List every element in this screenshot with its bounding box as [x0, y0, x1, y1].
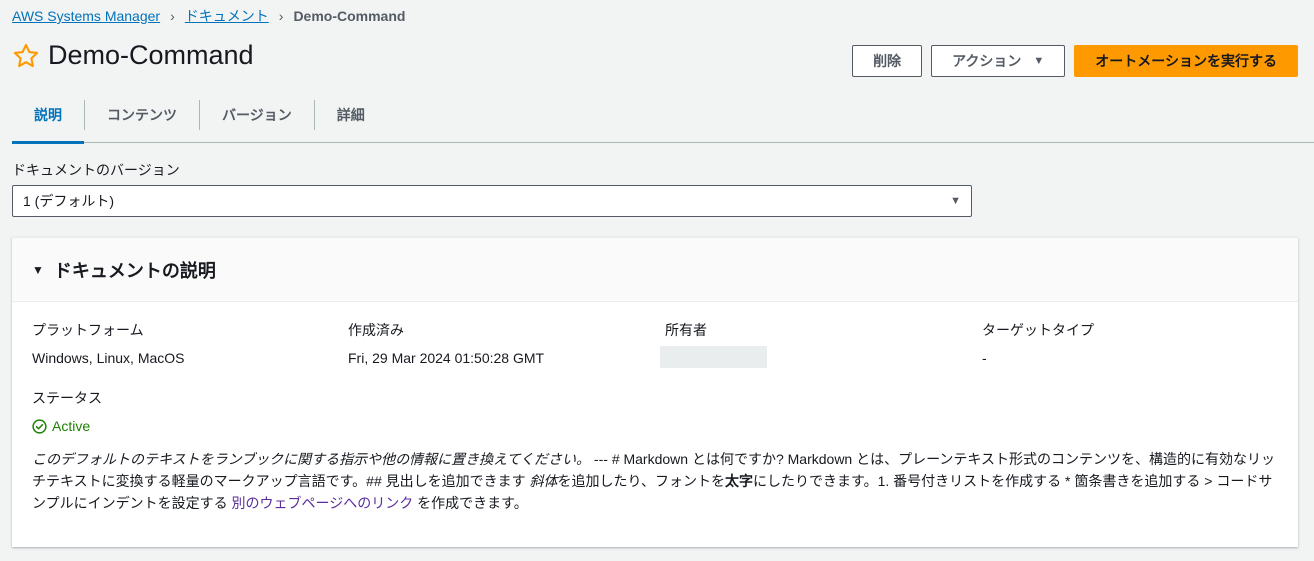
version-select[interactable]: 1 (デフォルト) ▼ — [12, 185, 972, 217]
breadcrumb-systems-manager-link[interactable]: AWS Systems Manager — [12, 8, 160, 24]
check-circle-icon — [32, 418, 47, 434]
version-select-value: 1 (デフォルト) — [23, 193, 114, 209]
status-badge: Active — [32, 418, 102, 434]
breadcrumb: AWS Systems Manager › ドキュメント › Demo-Comm… — [12, 6, 405, 26]
description-italic-word: 斜体 — [529, 473, 558, 489]
description-intro: このデフォルトのテキストをランブックに関する指示や他の情報に置き換えてください。 — [32, 451, 591, 467]
tab-bar: 説明 コンテンツ バージョン 詳細 — [12, 88, 1314, 144]
description-part4: を作成できます。 — [413, 495, 528, 511]
header-actions: 削除 アクション ▼ オートメーションを実行する — [852, 45, 1298, 77]
platform-value: Windows, Linux, MacOS — [32, 350, 185, 366]
status-field: ステータス Active — [32, 388, 102, 434]
breadcrumb-current: Demo-Command — [293, 8, 406, 24]
platform-label: プラットフォーム — [32, 322, 144, 338]
caret-down-icon: ▼ — [950, 195, 961, 207]
tab-details[interactable]: 詳細 — [315, 88, 387, 143]
owner-field: 所有者 — [660, 320, 767, 368]
status-value: Active — [52, 418, 91, 434]
panel-header[interactable]: ▼ ドキュメントの説明 — [12, 238, 1298, 302]
version-label: ドキュメントのバージョン — [12, 162, 180, 178]
created-label: 作成済み — [348, 322, 404, 338]
chevron-right-icon: › — [278, 8, 284, 24]
tab-versions[interactable]: バージョン — [200, 88, 314, 143]
document-description-panel: ▼ ドキュメントの説明 プラットフォーム Windows, Linux, Mac… — [12, 237, 1298, 547]
target-type-value: - — [982, 350, 987, 366]
page-title: Demo-Command — [48, 40, 254, 70]
platform-field: プラットフォーム Windows, Linux, MacOS — [32, 320, 185, 366]
created-field: 作成済み Fri, 29 Mar 2024 01:50:28 GMT — [348, 320, 544, 366]
star-icon[interactable] — [12, 42, 40, 70]
document-description-text: このデフォルトのテキストをランブックに関する指示や他の情報に置き換えてください。… — [32, 448, 1282, 514]
tab-description[interactable]: 説明 — [12, 88, 84, 144]
chevron-right-icon: › — [170, 8, 175, 24]
caret-down-icon: ▼ — [1033, 55, 1045, 67]
tab-content[interactable]: コンテンツ — [85, 88, 199, 143]
target-type-label: ターゲットタイプ — [982, 322, 1094, 338]
actions-label: アクション — [952, 53, 1022, 69]
breadcrumb-documents-link[interactable]: ドキュメント — [185, 6, 269, 26]
owner-redacted-value — [660, 346, 767, 368]
title-row: Demo-Command — [12, 40, 254, 71]
status-label: ステータス — [32, 390, 102, 406]
description-link[interactable]: 別のウェブページへのリンク — [231, 495, 413, 511]
created-value: Fri, 29 Mar 2024 01:50:28 GMT — [348, 350, 545, 366]
owner-label: 所有者 — [665, 322, 707, 338]
actions-dropdown-button[interactable]: アクション ▼ — [931, 45, 1066, 77]
caret-down-icon[interactable]: ▼ — [32, 263, 44, 277]
panel-title: ドキュメントの説明 — [53, 260, 216, 281]
description-bold-word: 太字 — [724, 473, 753, 489]
run-automation-button[interactable]: オートメーションを実行する — [1074, 45, 1298, 77]
description-part2: を追加したり、フォントを — [557, 473, 725, 489]
target-type-field: ターゲットタイプ - — [982, 320, 1094, 366]
delete-button[interactable]: 削除 — [852, 45, 923, 77]
